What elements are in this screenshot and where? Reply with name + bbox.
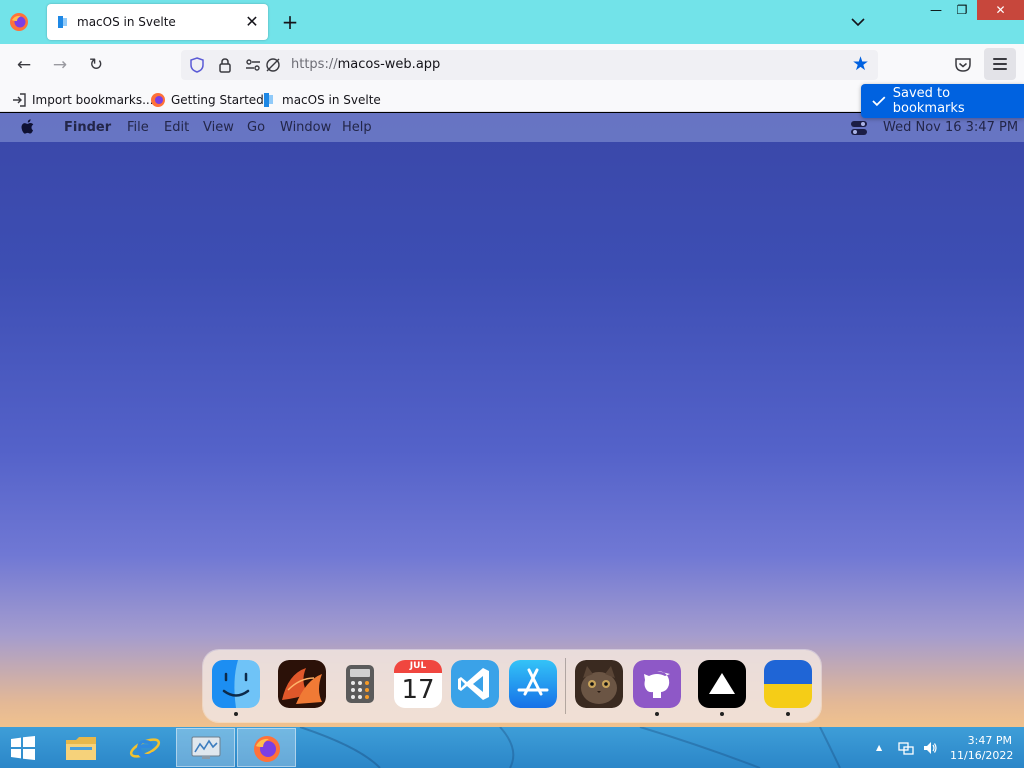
taskbar-time: 3:47 PM	[967, 734, 1012, 747]
close-window-button[interactable]: ✕	[977, 0, 1024, 20]
running-indicator	[234, 712, 238, 716]
bookmark-label: Getting Started	[171, 93, 264, 107]
tab-title: macOS in Svelte	[77, 15, 176, 29]
control-center-icon[interactable]	[850, 120, 868, 136]
running-indicator	[720, 712, 724, 716]
menu-help[interactable]: Help	[342, 120, 372, 135]
dock-vscode-icon[interactable]	[451, 660, 499, 708]
taskbar-internet-explorer[interactable]	[117, 728, 173, 767]
firefox-icon	[151, 93, 165, 107]
tracking-protection-icon[interactable]	[264, 56, 282, 74]
permissions-icon[interactable]	[244, 56, 262, 74]
windows-start-icon[interactable]	[8, 736, 38, 760]
dock-calendar-icon[interactable]: JUL 17	[394, 660, 442, 708]
bookmark-label: Import bookmarks...	[32, 93, 154, 107]
resource-monitor-icon	[191, 736, 221, 759]
running-indicator	[655, 712, 659, 716]
svelte-doc-icon	[264, 93, 273, 107]
bookmark-label: macOS in Svelte	[282, 93, 381, 107]
bookmark-import[interactable]: Import bookmarks...	[11, 91, 154, 109]
url-host: macos-web.app	[337, 57, 441, 72]
import-icon	[13, 93, 26, 107]
network-icon[interactable]	[898, 740, 914, 756]
taskbar-date: 11/16/2022	[950, 749, 1014, 762]
new-tab-button[interactable]: +	[278, 10, 302, 34]
dock-vercel-icon[interactable]	[698, 660, 746, 708]
dock-calculator-icon[interactable]	[336, 660, 384, 708]
folder-icon	[66, 737, 96, 760]
menu-view[interactable]: View	[203, 120, 234, 135]
browser-titlebar: macOS in Svelte ✕ + — ❐ ✕	[0, 0, 1024, 44]
bookmark-macos-in-svelte[interactable]: macOS in Svelte	[261, 91, 381, 109]
macos-desktop[interactable]: Finder File Edit View Go Window Help Wed…	[0, 113, 1024, 727]
lock-icon[interactable]	[216, 56, 234, 74]
dock-wallpapers-icon[interactable]	[278, 660, 326, 708]
restore-button[interactable]: ❐	[946, 0, 978, 20]
checkmark-icon	[872, 96, 886, 107]
taskbar-file-explorer[interactable]	[54, 728, 110, 767]
running-indicator	[786, 712, 790, 716]
tray-overflow-icon[interactable]: ▲	[876, 743, 892, 759]
menu-file[interactable]: File	[127, 120, 149, 135]
chevron-down-icon[interactable]	[846, 10, 870, 34]
reload-button[interactable]: ↻	[83, 53, 109, 77]
saved-to-bookmarks-toast: Saved to bookmarks	[861, 84, 1024, 118]
dock-purus-cat-icon[interactable]	[575, 660, 623, 708]
taskbar-clock[interactable]: 3:47 PM 11/16/2022	[950, 733, 1014, 763]
menu-edit[interactable]: Edit	[164, 120, 189, 135]
bookmark-star-icon[interactable]: ★	[852, 54, 872, 74]
dock-ukraine-icon[interactable]	[764, 660, 812, 708]
url-scheme: https://	[291, 57, 338, 72]
menu-window[interactable]: Window	[280, 120, 331, 135]
firefox-icon[interactable]	[9, 12, 29, 32]
calendar-month: JUL	[394, 660, 442, 673]
dock-finder-icon[interactable]	[212, 660, 260, 708]
dock-github-icon[interactable]	[633, 660, 681, 708]
tab-macos-in-svelte[interactable]: macOS in Svelte ✕	[47, 4, 268, 40]
navigation-toolbar: ← → ↻ https://macos-web.app ★	[0, 44, 1024, 86]
menu-finder[interactable]: Finder	[64, 120, 111, 135]
menubar-clock[interactable]: Wed Nov 16 3:47 PM	[883, 120, 1018, 135]
calendar-day: 17	[401, 675, 435, 705]
url-text[interactable]: https://macos-web.app	[291, 57, 440, 72]
dock-separator	[565, 658, 566, 714]
macos-dock: JUL 17	[203, 650, 821, 722]
internet-explorer-icon	[129, 738, 161, 758]
dock-app-store-icon[interactable]	[509, 660, 557, 708]
taskbar-firefox[interactable]	[237, 728, 296, 767]
pocket-icon[interactable]	[953, 55, 973, 75]
app-menu-button[interactable]	[984, 48, 1016, 80]
hamburger-icon	[993, 58, 1007, 60]
shield-icon[interactable]	[188, 56, 206, 74]
menu-go[interactable]: Go	[247, 120, 265, 135]
apple-icon[interactable]	[21, 119, 35, 135]
svelte-doc-icon	[58, 16, 67, 28]
url-bar[interactable]: https://macos-web.app ★	[181, 50, 878, 80]
forward-button[interactable]: →	[47, 53, 73, 77]
back-button[interactable]: ←	[11, 53, 37, 77]
firefox-icon	[254, 736, 280, 762]
taskbar-resource-monitor[interactable]	[176, 728, 235, 767]
tab-close-icon[interactable]: ✕	[242, 12, 262, 32]
toast-text: Saved to bookmarks	[892, 86, 965, 116]
windows-taskbar: ▲ 3:47 PM 11/16/2022	[0, 727, 1024, 768]
bookmark-getting-started[interactable]: Getting Started	[150, 91, 264, 109]
volume-icon[interactable]	[922, 740, 938, 756]
